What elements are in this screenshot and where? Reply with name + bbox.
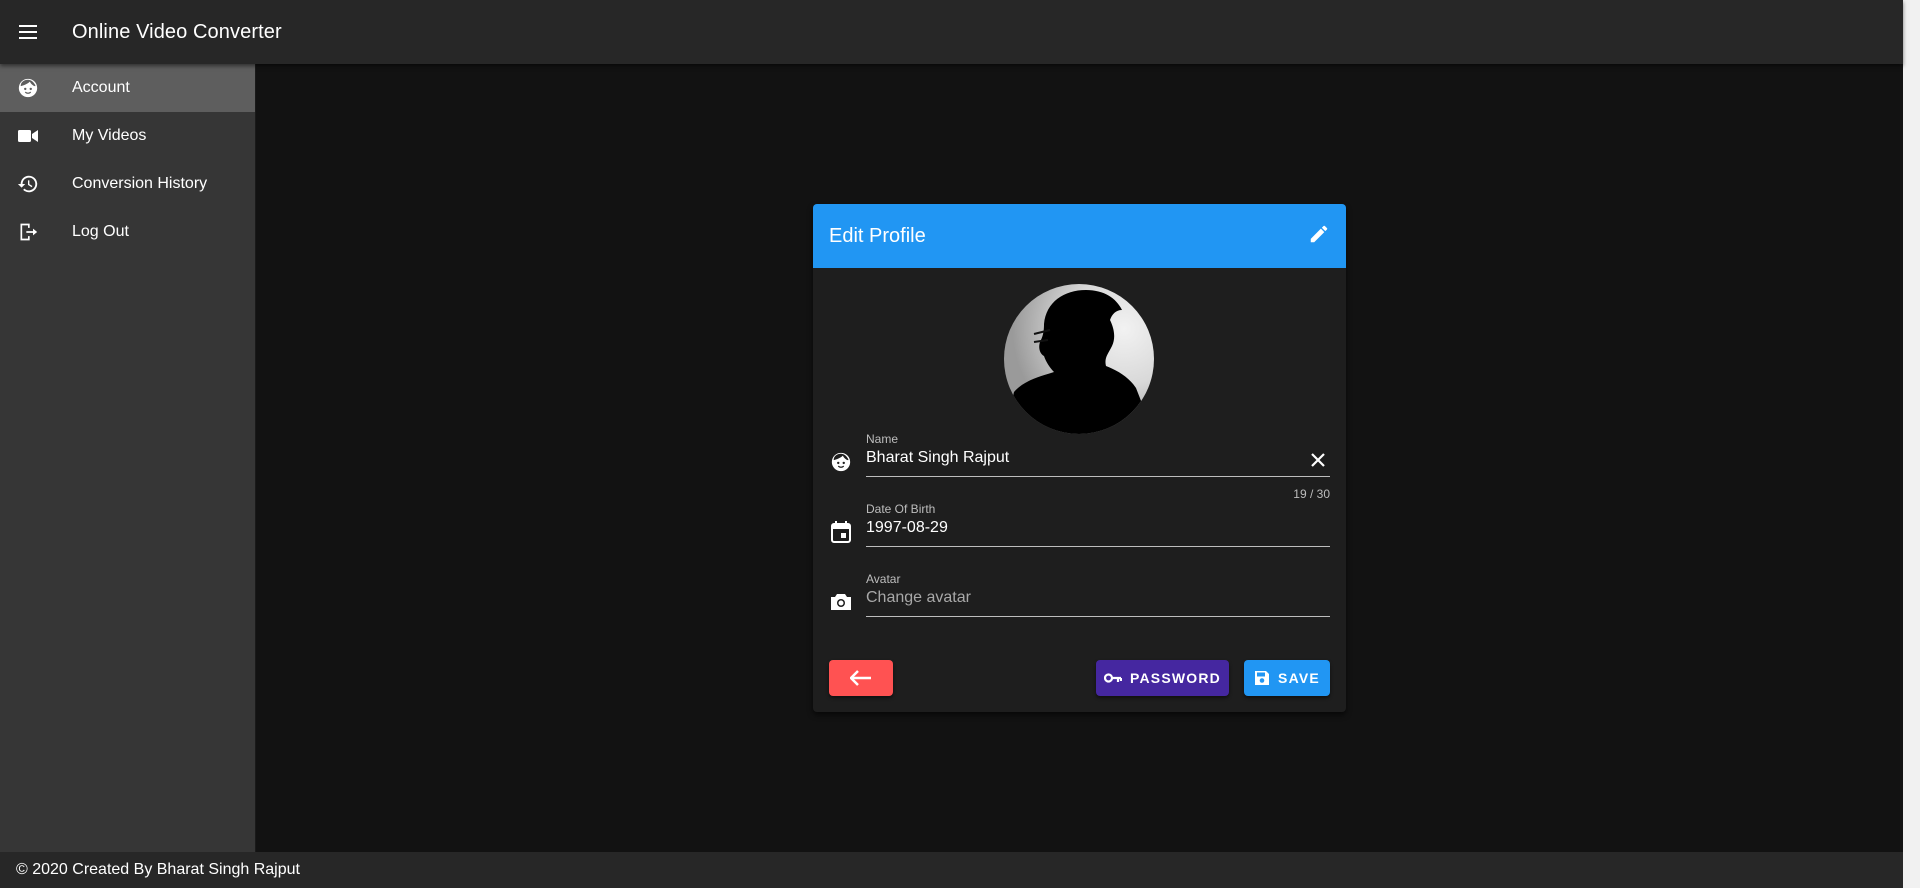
app-title: Online Video Converter	[72, 20, 282, 43]
sidebar-item-label: Account	[72, 79, 130, 96]
arrow-left-icon	[850, 670, 872, 686]
sidebar-item-label: Log Out	[72, 223, 129, 240]
key-icon	[1103, 673, 1122, 683]
avatar-file-input[interactable]: Change avatar	[866, 589, 971, 607]
name-field[interactable]: Name Bharat Singh Rajput	[829, 432, 1330, 478]
camera-icon	[829, 590, 853, 614]
back-button[interactable]	[829, 660, 893, 696]
pencil-icon[interactable]	[1308, 223, 1330, 250]
date-of-birth-input[interactable]: 1997-08-29	[866, 519, 948, 537]
edit-profile-card: Edit Profile Name Bharat Singh Rajput 19…	[813, 204, 1346, 712]
password-button-label: PASSWORD	[1129, 670, 1221, 686]
avatar-underline	[866, 616, 1330, 617]
video-camera-icon	[0, 129, 56, 143]
sidebar-item-log-out[interactable]: Log Out	[0, 208, 255, 256]
card-header: Edit Profile	[813, 204, 1346, 268]
sidebar-item-my-videos[interactable]: My Videos	[0, 112, 255, 160]
page-scrollbar[interactable]	[1903, 0, 1920, 888]
name-underline	[866, 476, 1330, 477]
footer-text: © 2020 Created By Bharat Singh Rajput	[16, 861, 300, 878]
clear-icon[interactable]	[1306, 448, 1330, 472]
save-icon	[1254, 670, 1270, 686]
avatar-field[interactable]: Avatar Change avatar	[829, 572, 1330, 618]
calendar-icon	[829, 520, 853, 544]
history-icon	[0, 173, 56, 195]
face-icon	[829, 450, 853, 474]
footer: © 2020 Created By Bharat Singh Rajput	[0, 852, 1903, 888]
face-icon	[0, 77, 56, 99]
name-label: Name	[866, 432, 899, 446]
sidebar-item-conversion-history[interactable]: Conversion History	[0, 160, 255, 208]
save-button-label: SAVE	[1278, 670, 1320, 686]
logout-icon	[0, 222, 56, 242]
password-button[interactable]: PASSWORD	[1096, 660, 1229, 696]
sidebar-item-label: Conversion History	[72, 175, 208, 192]
date-of-birth-label: Date Of Birth	[866, 502, 936, 516]
name-character-counter: 19 / 30	[1293, 487, 1330, 501]
name-input[interactable]: Bharat Singh Rajput	[866, 449, 1009, 467]
sidebar-item-account[interactable]: Account	[0, 64, 255, 112]
menu-button[interactable]	[0, 0, 56, 64]
avatar	[1004, 284, 1154, 434]
date-of-birth-underline	[866, 546, 1330, 547]
save-button[interactable]: SAVE	[1244, 660, 1330, 696]
avatar-label: Avatar	[866, 572, 901, 586]
date-of-birth-field[interactable]: Date Of Birth 1997-08-29	[829, 502, 1330, 548]
navigation-drawer: Account My Videos Conversion History Log…	[0, 64, 256, 852]
scrollbar-thumb[interactable]	[1905, 0, 1918, 888]
card-title: Edit Profile	[829, 224, 926, 247]
hamburger-menu-icon	[19, 25, 37, 39]
app-bar: Online Video Converter	[0, 0, 1903, 64]
sidebar-item-label: My Videos	[72, 127, 147, 144]
